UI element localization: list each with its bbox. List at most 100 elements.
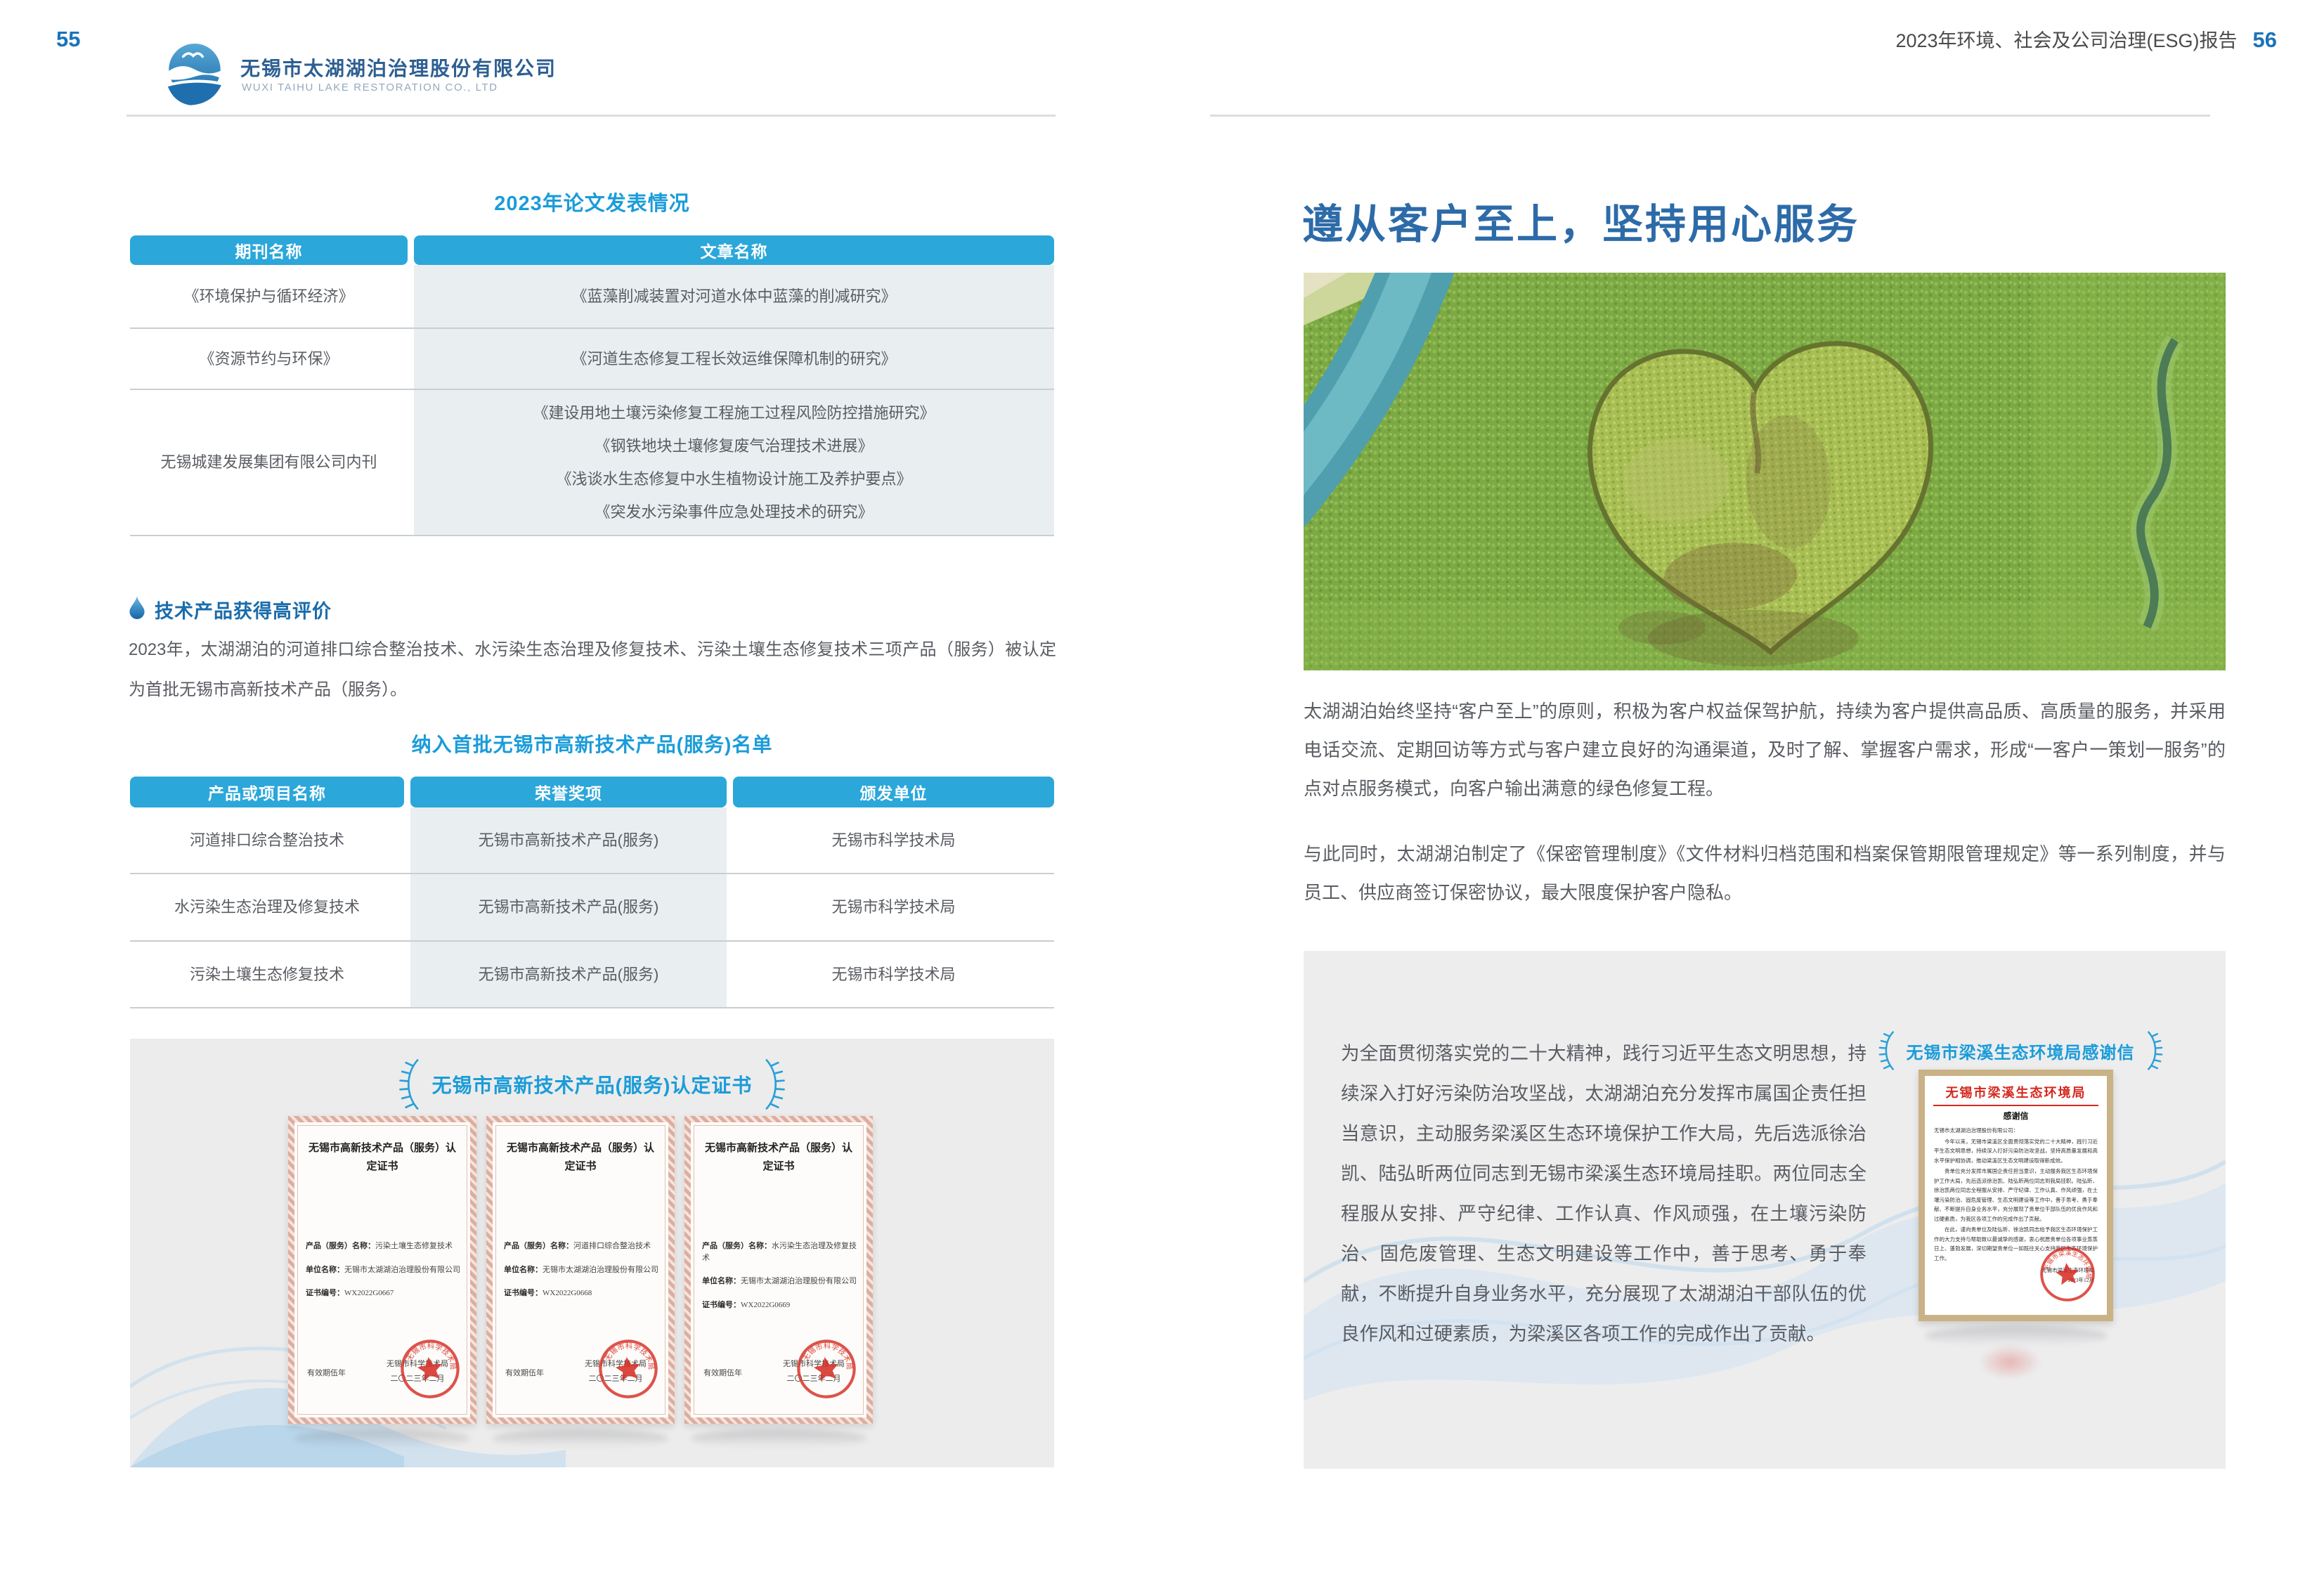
letter-body: 无锡市太湖湖泊治理股份有限公司： 今年以来，无锡市梁溪区全面贯彻落实党的二十大精… (1934, 1126, 2098, 1263)
seal-reflection (1978, 1344, 2041, 1380)
unit-value: 无锡市太湖湖泊治理股份有限公司 (344, 1266, 460, 1274)
number-value: WX2022G0667 (344, 1289, 394, 1297)
number-value: WX2022G0669 (741, 1301, 790, 1309)
article-title: 《浅谈水生态修复中水生植物设计施工及养护要点》 (556, 462, 911, 495)
article-cell: 《蓝藻削减装置对河道水体中蓝藻的削减研究》 (414, 265, 1054, 327)
papers-table: 期刊名称 文章名称 《环境保护与循环经济》 《蓝藻削减装置对河道水体中蓝藻的削减… (130, 235, 1054, 536)
company-name-cn: 无锡市太湖湖泊治理股份有限公司 (240, 53, 557, 82)
red-seal-icon: 无锡市科学技术局 (792, 1335, 860, 1403)
award-cell: 无锡市高新技术产品(服务) (410, 807, 727, 873)
certificate-fields: 产品（服务）名称：河道排口综合整治技术 单位名称：无锡市太湖湖泊治理股份有限公司… (504, 1240, 660, 1311)
letter-salutation: 无锡市太湖湖泊治理股份有限公司： (1934, 1126, 2098, 1136)
secondment-body: 为全面贯彻落实党的二十大精神，践行习近平生态文明思想，持续深入打好污染防治攻坚战… (1341, 1034, 1867, 1354)
award-cell: 无锡市高新技术产品(服务) (410, 874, 727, 940)
laurel-left-icon (1878, 1030, 1897, 1072)
number-value: WX2022G0668 (543, 1289, 592, 1297)
heart-wetland-photo (1304, 273, 2226, 670)
report-header-right: 2023年环境、社会及公司治理(ESG)报告 56 (1895, 25, 2277, 53)
journal-cell: 《资源节约与环保》 (130, 329, 408, 389)
product-cell: 水污染生态治理及修复技术 (130, 874, 404, 940)
journal-cell: 《环境保护与循环经济》 (130, 265, 408, 327)
unit-label: 单位名称： (702, 1277, 741, 1285)
article-cell: 《河道生态修复工程长效运维保障机制的研究》 (414, 329, 1054, 389)
certificate-card: 无锡市高新技术产品（服务）认定证书 产品（服务）名称：水污染生态治理及修复技术 … (684, 1116, 873, 1424)
table-row: 污染土壤生态修复技术 无锡市高新技术产品(服务) 无锡市科学技术局 (130, 942, 1054, 1008)
letter-rule (1933, 1105, 2098, 1106)
letter-heading: 感谢信 (1925, 1110, 2107, 1122)
laurel-right-icon (2145, 1030, 2163, 1072)
article-title: 《突发水污染事件应急处理技术的研究》 (595, 495, 873, 528)
issuer-cell: 无锡市科学技术局 (733, 942, 1054, 1007)
page-number-left: 55 (56, 27, 80, 52)
number-label: 证书编号： (504, 1289, 543, 1297)
red-seal-icon: 无锡市科学技术局 (594, 1335, 662, 1403)
product-label: 产品（服务）名称： (306, 1242, 375, 1250)
table-row: 无锡城建发展集团有限公司内刊 《建设用地土壤污染修复工程施工过程风险防控措施研究… (130, 390, 1054, 536)
product-value: 污染土壤生态修复技术 (375, 1242, 453, 1250)
papers-table-title: 2023年论文发表情况 (130, 187, 1054, 216)
number-label: 证书编号： (702, 1301, 741, 1309)
header-divider-left (126, 115, 1056, 117)
chapter-title: 遵从客户至上，坚持用心服务 (1302, 191, 1859, 250)
hightech-header-product: 产品或项目名称 (130, 777, 404, 807)
journal-cell: 无锡城建发展集团有限公司内刊 (130, 390, 408, 535)
section-title: 技术产品获得高评价 (155, 596, 332, 623)
product-value: 河道排口综合整治技术 (573, 1242, 651, 1250)
unit-value: 无锡市太湖湖泊治理股份有限公司 (741, 1277, 857, 1285)
laurel-left-icon (398, 1057, 422, 1112)
letter-paragraph: 今年以来，无锡市梁溪区全面贯彻落实党的二十大精神，践行习近平生态文明思想，持续深… (1934, 1137, 2098, 1166)
letter-title: 无锡市梁溪生态环境局感谢信 (1907, 1039, 2135, 1063)
certificate-card: 无锡市高新技术产品（服务）认定证书 产品（服务）名称：河道排口综合整治技术 单位… (486, 1116, 675, 1424)
issuer-cell: 无锡市科学技术局 (733, 807, 1054, 873)
letter-reflection (1926, 1326, 2107, 1346)
unit-value: 无锡市太湖湖泊治理股份有限公司 (543, 1266, 658, 1274)
table-row: 水污染生态治理及修复技术 无锡市高新技术产品(服务) 无锡市科学技术局 (130, 874, 1054, 942)
issuer-cell: 无锡市科学技术局 (733, 874, 1054, 940)
table-row: 河道排口综合整治技术 无锡市高新技术产品(服务) 无锡市科学技术局 (130, 807, 1054, 874)
hightech-table: 产品或项目名称 荣誉奖项 颁发单位 河道排口综合整治技术 无锡市高新技术产品(服… (130, 777, 1054, 1008)
certificate-reflection (493, 1429, 668, 1448)
certificate-validity: 有效期伍年 (703, 1367, 742, 1378)
certificate-fields: 产品（服务）名称：水污染生态治理及修复技术 单位名称：无锡市太湖湖泊治理股份有限… (702, 1240, 858, 1323)
article-title: 《钢铁地块土壤修复废气治理技术进展》 (595, 429, 873, 462)
product-cell: 污染土壤生态修复技术 (130, 942, 404, 1007)
certificate-fields: 产品（服务）名称：污染土壤生态修复技术 单位名称：无锡市太湖湖泊治理股份有限公司… (306, 1240, 462, 1311)
thank-you-letter: 无锡市梁溪生态环境局 感谢信 无锡市太湖湖泊治理股份有限公司： 今年以来，无锡市… (1919, 1070, 2113, 1321)
page-number-right: 56 (2253, 27, 2277, 53)
award-cell: 无锡市高新技术产品(服务) (410, 942, 727, 1007)
report-spread: 55 无锡市太湖湖泊治理股份有限公司 WUXI TAIHU LAKE RESTO… (0, 0, 2324, 1577)
red-seal-icon: 无锡市梁溪生态环境局 (2037, 1243, 2098, 1305)
certificate-card: 无锡市高新技术产品（服务）认定证书 产品（服务）名称：污染土壤生态修复技术 单位… (288, 1116, 476, 1424)
red-seal-icon: 无锡市科学技术局 (396, 1335, 464, 1403)
article-title: 《建设用地土壤污染修复工程施工过程风险防控措施研究》 (533, 396, 935, 429)
letter-paragraph: 贵单位充分发挥市属国企责任担当意识，主动服务我区生态环境保护工作大局，先后选派徐… (1934, 1167, 2098, 1224)
table-row: 《资源节约与环保》 《河道生态修复工程长效运维保障机制的研究》 (130, 329, 1054, 390)
certificate-reflection (295, 1429, 469, 1448)
certificates-panel-title-row: 无锡市高新技术产品(服务)认定证书 (130, 1057, 1054, 1112)
number-label: 证书编号： (306, 1289, 344, 1297)
unit-label: 单位名称： (306, 1266, 344, 1274)
product-label: 产品（服务）名称： (702, 1242, 772, 1250)
company-logo-icon (159, 41, 231, 112)
certificates-panel-title: 无锡市高新技术产品(服务)认定证书 (432, 1070, 753, 1098)
customer-service-paragraph: 太湖湖泊始终坚持“客户至上”的原则，积极为客户权益保驾护航，持续为客户提供高品质… (1304, 692, 2226, 808)
hightech-header-award: 荣誉奖项 (410, 777, 727, 807)
laurel-right-icon (762, 1057, 786, 1112)
hightech-table-title: 纳入首批无锡市高新技术产品(服务)名单 (130, 729, 1054, 758)
article-cell: 《建设用地土壤污染修复工程施工过程风险防控措施研究》 《钢铁地块土壤修复废气治理… (414, 390, 1054, 535)
product-cell: 河道排口综合整治技术 (130, 807, 404, 873)
confidentiality-paragraph: 与此同时，太湖湖泊制定了《保密管理制度》《文件材料归档范围和档案保管期限管理规定… (1304, 835, 2226, 912)
secondment-panel: 为全面贯彻落实党的二十大精神，践行习近平生态文明思想，持续深入打好污染防治攻坚战… (1304, 951, 2226, 1469)
certificate-validity: 有效期伍年 (505, 1367, 544, 1378)
header-divider-right (1210, 115, 2210, 117)
certificate-reflection (692, 1429, 866, 1448)
product-label: 产品（服务）名称： (504, 1242, 573, 1250)
papers-table-header-article: 文章名称 (414, 235, 1054, 265)
certificate-validity: 有效期伍年 (307, 1367, 346, 1378)
certificates-panel: 无锡市高新技术产品(服务)认定证书 无锡市高新技术产品（服务）认定证书 产品（服… (130, 1039, 1054, 1467)
company-name-en: WUXI TAIHU LAKE RESTORATION CO., LTD (242, 82, 498, 93)
water-drop-icon (128, 595, 146, 620)
hightech-header-issuer: 颁发单位 (733, 777, 1054, 807)
papers-table-header-journal: 期刊名称 (130, 235, 408, 265)
section-body: 2023年，太湖湖泊的河道排口综合整治技术、水污染生态治理及修复技术、污染土壤生… (129, 630, 1056, 710)
